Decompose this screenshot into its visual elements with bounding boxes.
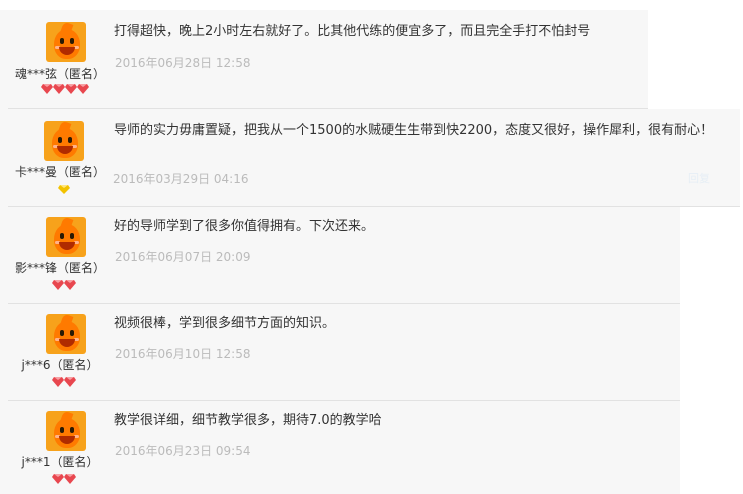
reply-link[interactable]: 回复 [688,170,710,186]
avatar[interactable] [46,314,86,354]
rank-badge [12,184,116,196]
rank-badge [13,84,117,96]
reviewer-name: 卡***曼（匿名） [14,165,105,179]
reviewer-name: 魂***弦（匿名） [14,67,105,81]
gem-icon [64,280,76,290]
review-date: 2016年03月29日 04:16 [113,172,249,186]
avatar[interactable] [46,411,86,451]
review-text: 打得超快，晚上2小时左右就好了。比其他代练的便宜多了，而且完全手打不怕封号 [114,24,591,39]
gem-icon [52,280,64,290]
reviewer-name: j***1（匿名） [21,455,99,469]
diamond-icon [58,184,70,194]
reviewer-name: j***6（匿名） [21,358,99,372]
gem-icon [41,84,53,94]
gem-icon [52,377,64,387]
review-text: 视频很棒，学到很多细节方面的知识。 [114,316,336,331]
rank-badge [12,377,116,389]
review-item: j***1（匿名） 教学很详细，细节教学很多，期待7.0的教学哈 2016年06… [0,401,680,494]
gem-icon [64,474,76,484]
rank-badge [12,474,116,486]
review-date: 2016年06月23日 09:54 [115,444,251,458]
gem-icon [52,474,64,484]
review-item: j***6（匿名） 视频很棒，学到很多细节方面的知识。 2016年06月10日 … [0,304,680,401]
review-item: 卡***曼（匿名） 导师的实力毋庸置疑，把我从一个1500的水贼硬生生带到快22… [0,109,740,207]
review-text: 教学很详细，细节教学很多，期待7.0的教学哈 [114,413,382,428]
review-item: 影***锋（匿名） 好的导师学到了很多你值得拥有。下次还来。 2016年06月0… [0,207,680,304]
gem-icon [64,377,76,387]
review-item: 魂***弦（匿名） 打得超快，晚上2小时左右就好了。比其他代练的便宜多了，而且完… [0,10,648,109]
gem-icon [77,84,89,94]
avatar[interactable] [44,121,84,161]
avatar[interactable] [46,217,86,257]
gem-icon [65,84,77,94]
gem-icon [53,84,65,94]
avatar[interactable] [46,22,86,62]
review-text: 好的导师学到了很多你值得拥有。下次还来。 [114,219,375,234]
reviewer-name: 影***锋（匿名） [14,261,105,275]
rank-badge [12,280,116,292]
review-date: 2016年06月10日 12:58 [115,347,251,361]
review-text: 导师的实力毋庸置疑，把我从一个1500的水贼硬生生带到快2200，态度又很好，操… [114,123,714,138]
review-date: 2016年06月07日 20:09 [115,250,251,264]
review-date: 2016年06月28日 12:58 [115,56,251,70]
